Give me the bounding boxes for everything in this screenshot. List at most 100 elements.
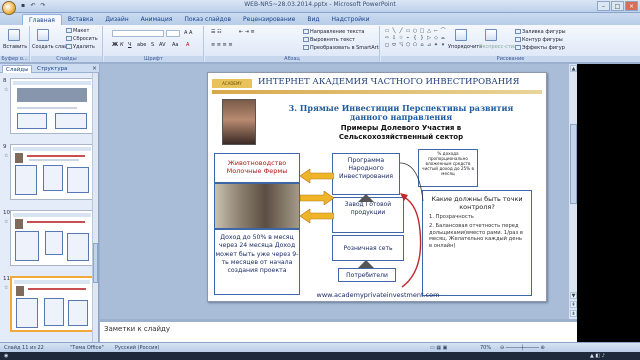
start-icon[interactable]: ◉ xyxy=(4,353,8,359)
font-group: A A Ж К Ч abe S AV Aa A Шрифт xyxy=(104,26,204,62)
minimize-button[interactable]: – xyxy=(597,1,610,11)
slide-thumbnail[interactable] xyxy=(10,78,94,134)
vertical-scrollbar[interactable]: ▲ ▼ ⇞ ⇟ xyxy=(568,64,577,319)
font-label: Шрифт xyxy=(104,56,203,62)
tab-slides[interactable]: Слайды xyxy=(2,65,33,73)
zoom-slider[interactable]: ⊖ ─────┼───── ⊕ xyxy=(500,345,545,351)
close-button[interactable]: × xyxy=(625,1,638,11)
view-buttons[interactable]: ▭ ▦ ▣ xyxy=(430,345,447,351)
indent-icon[interactable]: ⇤ ⇥ ≡ xyxy=(239,29,255,35)
left-arrow-icon[interactable] xyxy=(300,169,334,183)
reset-button[interactable]: Сбросить xyxy=(66,36,98,42)
spacing-icon[interactable]: AV xyxy=(159,42,166,48)
ribbon: Вставить Буфер о... Создать слайд Макет … xyxy=(0,25,640,63)
outline-icon xyxy=(515,37,521,42)
shadow-icon[interactable]: S xyxy=(151,42,154,48)
control-question: Какие должны быть точки контроля? xyxy=(431,195,523,211)
underline-icon[interactable]: Ч xyxy=(128,42,131,48)
slides-panel-tabs: Слайды Структура × xyxy=(0,64,99,73)
italic-icon[interactable]: К xyxy=(120,42,124,48)
strike-icon[interactable]: abe xyxy=(137,42,146,48)
slide-thumbnail-selected[interactable] xyxy=(10,276,94,332)
shape-outline-button[interactable]: Контур фигуры xyxy=(515,37,563,43)
align-text-button[interactable]: Выровнять текст xyxy=(303,37,355,43)
paste-button[interactable]: Вставить xyxy=(3,44,27,50)
close-panel-icon[interactable]: × xyxy=(92,65,97,72)
paste-icon[interactable] xyxy=(8,29,20,41)
new-slide-icon[interactable] xyxy=(37,29,49,41)
font-grow-icon[interactable]: A A xyxy=(184,30,192,36)
status-bar: Слайд 11 из 22 "Тема Office" Русский (Ро… xyxy=(0,342,640,352)
paragraph-group: ☰ ☷ ⇤ ⇥ ≡ ≡ ≡ ≡ ≡ Направление текста Выр… xyxy=(205,26,380,62)
language[interactable]: Русский (Россия) xyxy=(115,345,159,351)
right-arrow-icon[interactable] xyxy=(300,191,334,205)
slide-header[interactable]: ИНТЕРНЕТ АКАДЕМИЯ ЧАСТНОГО ИНВЕСТИРОВАНИ… xyxy=(258,77,519,87)
prev-slide-icon[interactable]: ⇞ xyxy=(570,301,577,308)
slide-thumbnail[interactable] xyxy=(10,210,94,266)
text-direction-button[interactable]: Направление текста xyxy=(303,29,364,35)
notes-pane[interactable]: Заметки к слайду xyxy=(100,320,577,342)
case-icon[interactable]: Aa xyxy=(172,42,178,48)
left-arrow-icon[interactable] xyxy=(300,209,334,223)
tab-design[interactable]: Дизайн xyxy=(99,14,134,25)
scroll-down-icon[interactable]: ▼ xyxy=(570,292,577,299)
smartart-button[interactable]: Преобразовать в SmartArt xyxy=(303,45,379,51)
up-arrow-icon xyxy=(358,260,374,268)
tray-icons[interactable]: ▲ ◧ ♪ xyxy=(590,353,605,359)
website-url[interactable]: www.academyprivateinvestment.com xyxy=(208,291,546,299)
tab-view[interactable]: Вид xyxy=(301,14,325,25)
align-icons[interactable]: ≡ ≡ ≡ ≡ xyxy=(211,42,233,48)
consumers-box[interactable]: Потребители xyxy=(338,268,396,282)
income-box[interactable]: Доход до 50% в месяц через 24 месяца Дох… xyxy=(214,229,300,295)
office-button[interactable] xyxy=(2,1,16,15)
arrange-icon[interactable] xyxy=(455,29,467,41)
scroll-up-icon[interactable]: ▲ xyxy=(570,65,577,72)
tab-home[interactable]: Главная xyxy=(22,14,62,25)
font-color-icon[interactable]: A xyxy=(186,42,189,48)
tab-outline[interactable]: Структура xyxy=(34,65,70,73)
shape-effects-button[interactable]: Эффекты фигур xyxy=(515,45,565,51)
shape-fill-button[interactable]: Заливка фигуры xyxy=(515,29,566,35)
scroll-thumb[interactable] xyxy=(570,124,577,204)
theme-name: "Тема Office" xyxy=(70,345,104,351)
font-name-combo[interactable] xyxy=(112,30,164,37)
animation-star-icon: ☆ xyxy=(4,285,9,291)
slide-canvas[interactable]: ACADEMY ИНТЕРНЕТ АКАДЕМИЯ ЧАСТНОГО ИНВЕС… xyxy=(207,72,547,302)
reset-icon xyxy=(66,36,72,41)
delete-icon xyxy=(66,44,72,49)
animation-star-icon: ☆ xyxy=(4,153,9,159)
tab-insert[interactable]: Вставка xyxy=(62,14,99,25)
maximize-button[interactable]: □ xyxy=(611,1,624,11)
tab-animation[interactable]: Анимация xyxy=(135,14,179,25)
slide-subtitle[interactable]: Примеры Долевого Участия в Сельскохозяйс… xyxy=(296,124,506,142)
shapes-gallery[interactable]: ▭ ╲ ╱ ▭ ○ □ △ ⌐ ⌒ ⇨ ⇩ ☆ ⌁{} ▷ ◇ ⌓ ◻ ⬭ ◹ ⬡ ⬠ ⌂ ⊿ ✦ ▾ xyxy=(384,28,446,48)
effects-icon xyxy=(515,45,521,50)
next-slide-icon[interactable]: ⇟ xyxy=(570,310,577,317)
layout-button[interactable]: Макет xyxy=(66,28,89,34)
slide-number: 11 xyxy=(3,276,10,282)
tab-review[interactable]: Рецензирование xyxy=(237,14,301,25)
percent-box[interactable]: % дохода пропорционально вложенным средс… xyxy=(418,149,478,187)
font-size-combo[interactable] xyxy=(166,30,180,37)
zoom-level[interactable]: 70% xyxy=(480,345,491,351)
program-box[interactable]: Программа Народного Инвестирования xyxy=(332,153,400,195)
tab-slideshow[interactable]: Показ слайдов xyxy=(178,14,237,25)
control-points-box[interactable]: Какие должны быть точки контроля? 1. Про… xyxy=(422,190,532,296)
tab-addins[interactable]: Надстройки xyxy=(326,14,376,25)
retail-box[interactable]: Розничная сеть xyxy=(332,235,404,261)
bold-icon[interactable]: Ж xyxy=(112,42,118,48)
livestock-box[interactable]: Животноводство Молочные Фермы xyxy=(214,153,300,183)
arrange-button[interactable]: Упорядочить xyxy=(448,44,482,50)
factory-box[interactable]: Завод Готовой продукции xyxy=(332,197,404,233)
slide-title[interactable]: 3. Прямые Инвестиции Перспективы развити… xyxy=(270,104,532,122)
slide-number: 9 xyxy=(3,144,7,150)
slide-thumbnail[interactable] xyxy=(10,144,94,200)
delete-slide-button[interactable]: Удалить xyxy=(66,44,95,50)
bullets-icon[interactable]: ☰ ☷ xyxy=(211,29,222,35)
presenter-photo[interactable] xyxy=(222,99,256,145)
layout-icon xyxy=(66,28,72,33)
dairy-farm-photo[interactable] xyxy=(214,183,300,229)
slides-panel-scrollbar[interactable] xyxy=(92,73,98,342)
quick-styles-icon[interactable] xyxy=(485,29,497,41)
scroll-thumb[interactable] xyxy=(93,243,98,283)
